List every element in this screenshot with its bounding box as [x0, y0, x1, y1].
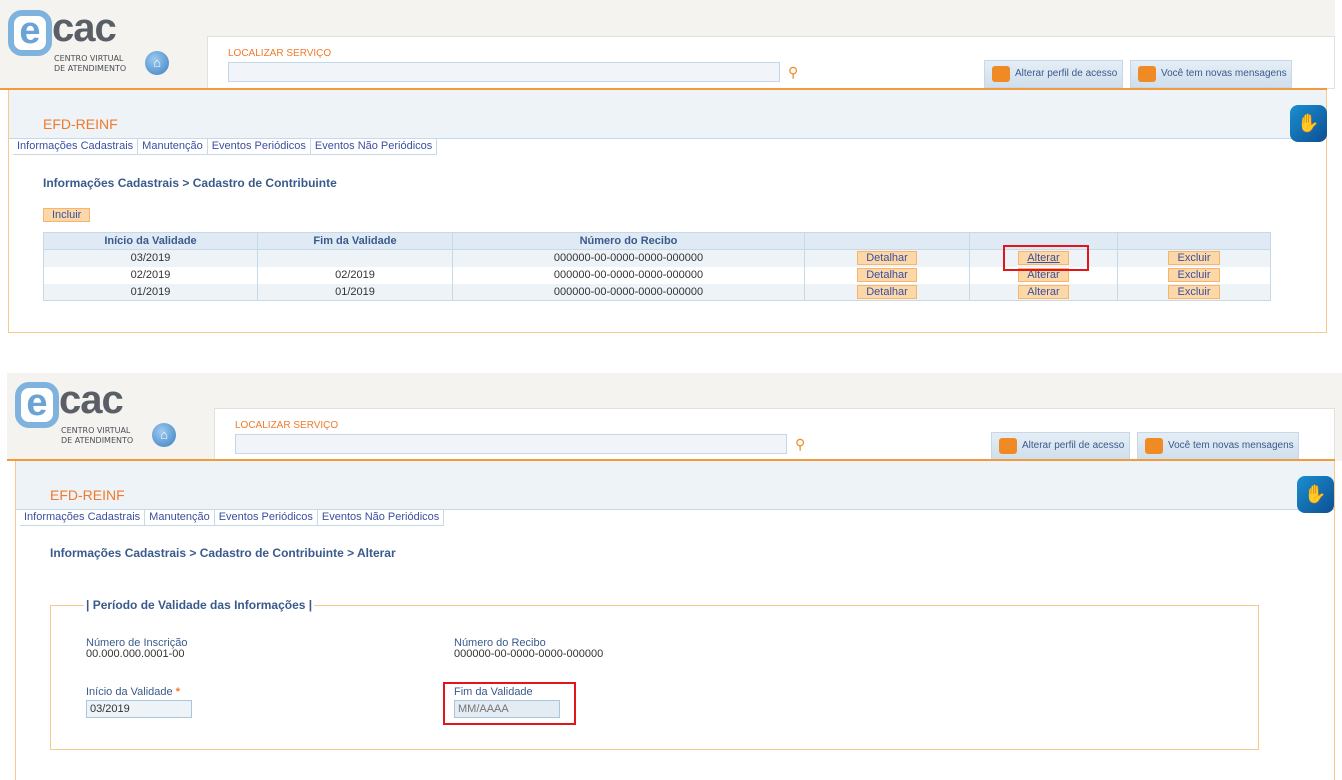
search-panel: LOCALIZAR SERVIÇO ⚲ Alterar perfil de ac…: [207, 36, 1335, 89]
highlight-box: [443, 682, 576, 725]
column-header: [804, 232, 970, 250]
tab-bar: Informações Cadastrais Manutenção Evento…: [13, 138, 438, 155]
include-button[interactable]: Incluir: [43, 208, 91, 222]
inicio-validade-input[interactable]: [86, 700, 192, 718]
edit-button[interactable]: Alterar: [1018, 284, 1069, 299]
envelope-icon: [1138, 66, 1156, 82]
logo-subtitle: CENTRO VIRTUAL DE ATENDIMENTO: [61, 426, 134, 445]
search-icon[interactable]: ⚲: [795, 436, 811, 452]
fieldset-legend: | Período de Validade das Informações |: [86, 598, 313, 612]
cell-inicio: 03/2019: [43, 249, 258, 267]
screen-edit: e cac CENTRO VIRTUAL DE ATENDIMENTO ⌂ LOC…: [0, 373, 1342, 780]
tab-bar: Informações Cadastrais Manutenção Evento…: [20, 509, 445, 526]
recibo-value: 000000-00-0000-0000-000000: [454, 648, 604, 660]
logo-text: cac: [52, 6, 117, 50]
sign-language-icon[interactable]: ✋: [1297, 476, 1334, 513]
inicio-label: Início da Validade *: [86, 686, 180, 698]
delete-button[interactable]: Excluir: [1168, 284, 1220, 299]
column-header: [1117, 232, 1271, 250]
detail-button[interactable]: Detalhar: [857, 284, 917, 299]
envelope-icon: [1145, 438, 1163, 454]
tab-eventos-nao-periodicos[interactable]: Eventos Não Periódicos: [318, 509, 445, 525]
tab-informacoes-cadastrais[interactable]: Informações Cadastrais: [20, 509, 146, 525]
cell-inicio: 02/2019: [43, 266, 258, 284]
content-header: [16, 461, 1334, 510]
cell-fim: 01/2019: [257, 283, 453, 301]
search-label: LOCALIZAR SERVIÇO: [228, 48, 332, 59]
breadcrumb: Informações Cadastrais > Cadastro de Con…: [43, 176, 337, 190]
ecac-logo[interactable]: e cac CENTRO VIRTUAL DE ATENDIMENTO: [15, 378, 140, 450]
cell-recibo: 000000-00-0000-0000-000000: [452, 249, 805, 267]
column-header: Número do Recibo: [452, 232, 805, 250]
content-header: [9, 90, 1326, 139]
tab-eventos-nao-periodicos[interactable]: Eventos Não Periódicos: [311, 138, 438, 154]
delete-button[interactable]: Excluir: [1168, 251, 1220, 266]
search-panel: LOCALIZAR SERVIÇO ⚲ Alterar perfil de ac…: [214, 408, 1335, 461]
app-title: EFD-REINF: [50, 487, 125, 503]
search-input[interactable]: [235, 434, 787, 454]
validity-fieldset: | Período de Validade das Informações |: [50, 598, 1259, 750]
sign-language-icon[interactable]: ✋: [1290, 105, 1327, 142]
search-input[interactable]: [228, 62, 780, 82]
detail-button[interactable]: Detalhar: [857, 251, 917, 266]
cell-fim: [257, 249, 453, 267]
required-icon: *: [175, 686, 180, 698]
logo-e-icon: e: [8, 10, 52, 56]
breadcrumb: Informações Cadastrais > Cadastro de Con…: [50, 546, 396, 560]
home-icon[interactable]: ⌂: [145, 51, 169, 75]
users-icon: [999, 438, 1017, 454]
delete-button[interactable]: Excluir: [1168, 268, 1220, 282]
logo-subtitle: CENTRO VIRTUAL DE ATENDIMENTO: [54, 54, 127, 73]
messages-button[interactable]: Você tem novas mensagens: [1130, 60, 1292, 88]
logo-text: cac: [59, 378, 124, 422]
logo-e-icon: e: [15, 382, 59, 428]
screen-list: e cac CENTRO VIRTUAL DE ATENDIMENTO ⌂ LOC…: [0, 0, 1342, 340]
home-icon[interactable]: ⌂: [152, 423, 176, 447]
tab-informacoes-cadastrais[interactable]: Informações Cadastrais: [13, 138, 139, 154]
column-header: Início da Validade: [43, 232, 258, 250]
tab-eventos-periodicos[interactable]: Eventos Periódicos: [208, 138, 311, 154]
app-title: EFD-REINF: [43, 116, 118, 132]
change-profile-button[interactable]: Alterar perfil de acesso: [984, 60, 1123, 88]
content-area: EFD-REINF Informações Cadastrais Manuten…: [8, 90, 1327, 333]
highlight-box: [1003, 245, 1089, 271]
tab-manutencao[interactable]: Manutenção: [138, 138, 208, 154]
content-area: EFD-REINF Informações Cadastrais Manuten…: [15, 461, 1335, 780]
cell-recibo: 000000-00-0000-0000-000000: [452, 283, 805, 301]
table-row: 01/2019 01/2019 000000-00-0000-0000-000000…: [43, 283, 1271, 301]
messages-button[interactable]: Você tem novas mensagens: [1137, 432, 1299, 460]
cell-recibo: 000000-00-0000-0000-000000: [452, 266, 805, 284]
tab-eventos-periodicos[interactable]: Eventos Periódicos: [215, 509, 318, 525]
search-icon[interactable]: ⚲: [788, 64, 804, 80]
ecac-logo[interactable]: e cac CENTRO VIRTUAL DE ATENDIMENTO: [8, 6, 133, 78]
search-label: LOCALIZAR SERVIÇO: [235, 420, 339, 431]
detail-button[interactable]: Detalhar: [857, 268, 917, 282]
column-header: Fim da Validade: [257, 232, 453, 250]
change-profile-button[interactable]: Alterar perfil de acesso: [991, 432, 1130, 460]
cell-inicio: 01/2019: [43, 283, 258, 301]
users-icon: [992, 66, 1010, 82]
inscricao-value: 00.000.000.0001-00: [86, 648, 185, 660]
tab-manutencao[interactable]: Manutenção: [145, 509, 215, 525]
cell-fim: 02/2019: [257, 266, 453, 284]
